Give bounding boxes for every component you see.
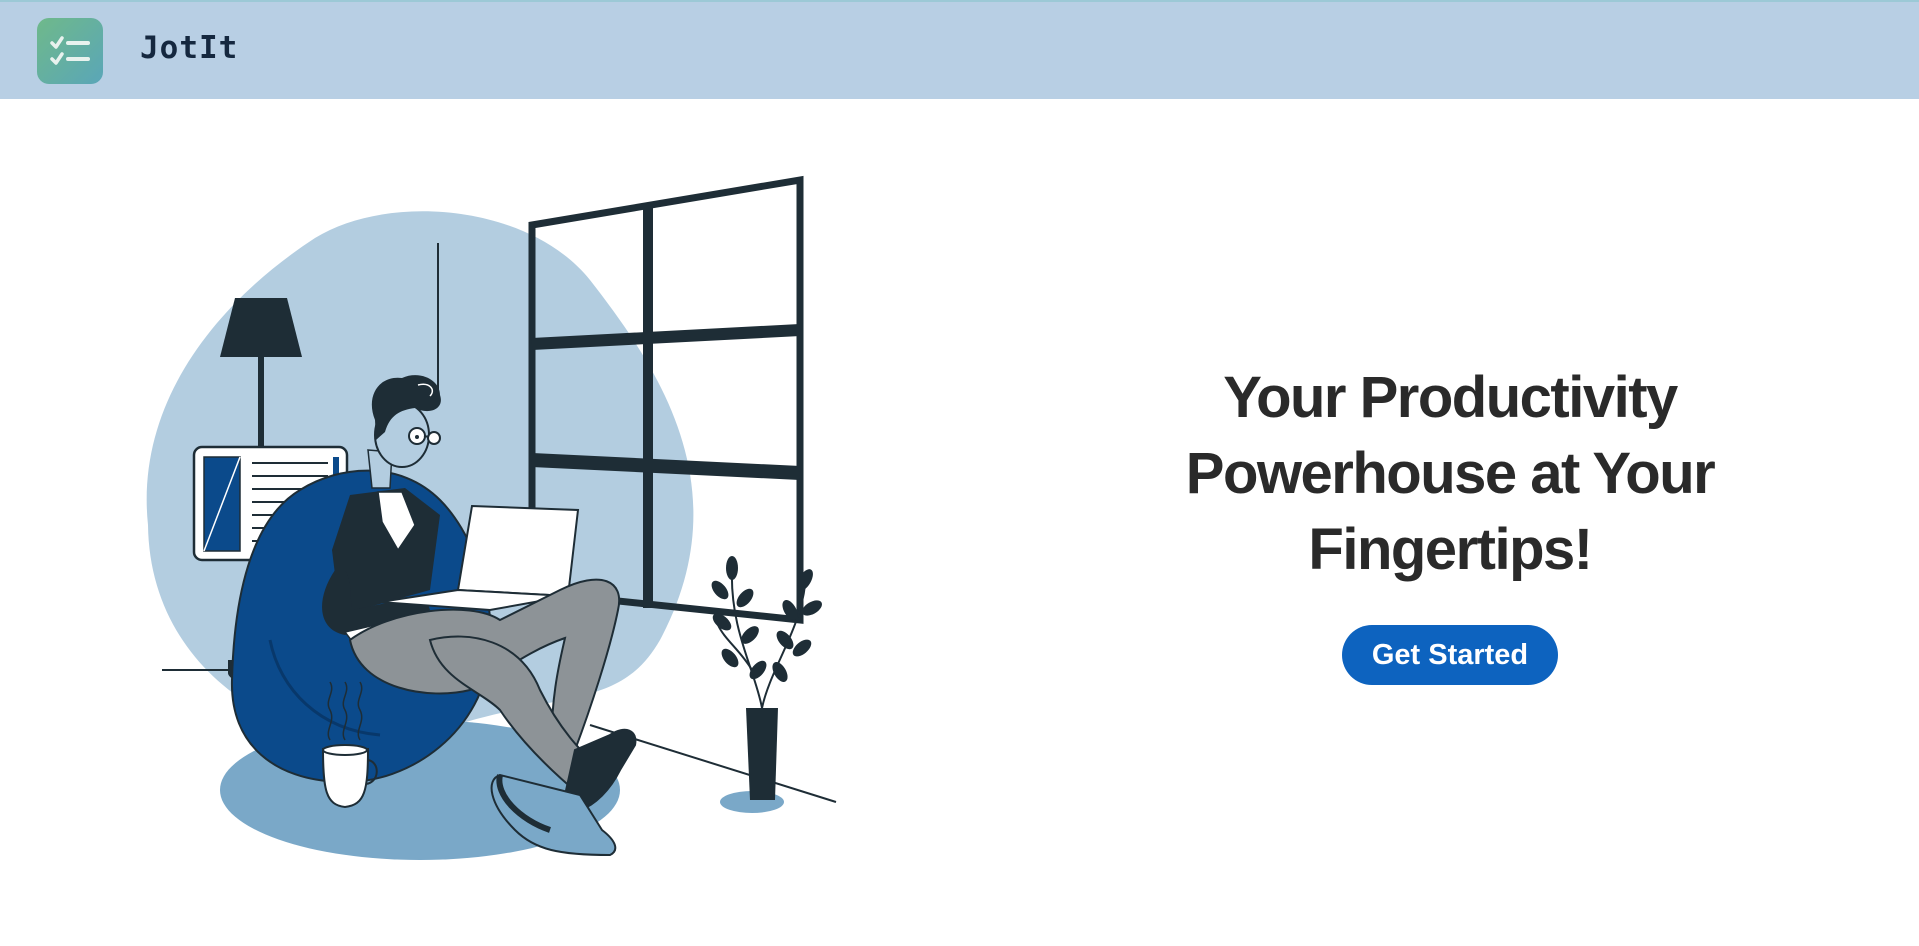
checklist-icon: [50, 36, 90, 65]
navbar: JotIt: [0, 2, 1919, 99]
hero-section: Your Productivity Powerhouse at Your Fin…: [1140, 360, 1760, 685]
hero-headline: Your Productivity Powerhouse at Your Fin…: [1185, 365, 1716, 582]
app-logo[interactable]: [37, 18, 103, 84]
hero-illustration: [140, 170, 840, 880]
brand-name[interactable]: JotIt: [140, 30, 238, 66]
get-started-button[interactable]: Get Started: [1341, 625, 1559, 685]
person-on-beanbag-illustration: [146, 175, 837, 860]
